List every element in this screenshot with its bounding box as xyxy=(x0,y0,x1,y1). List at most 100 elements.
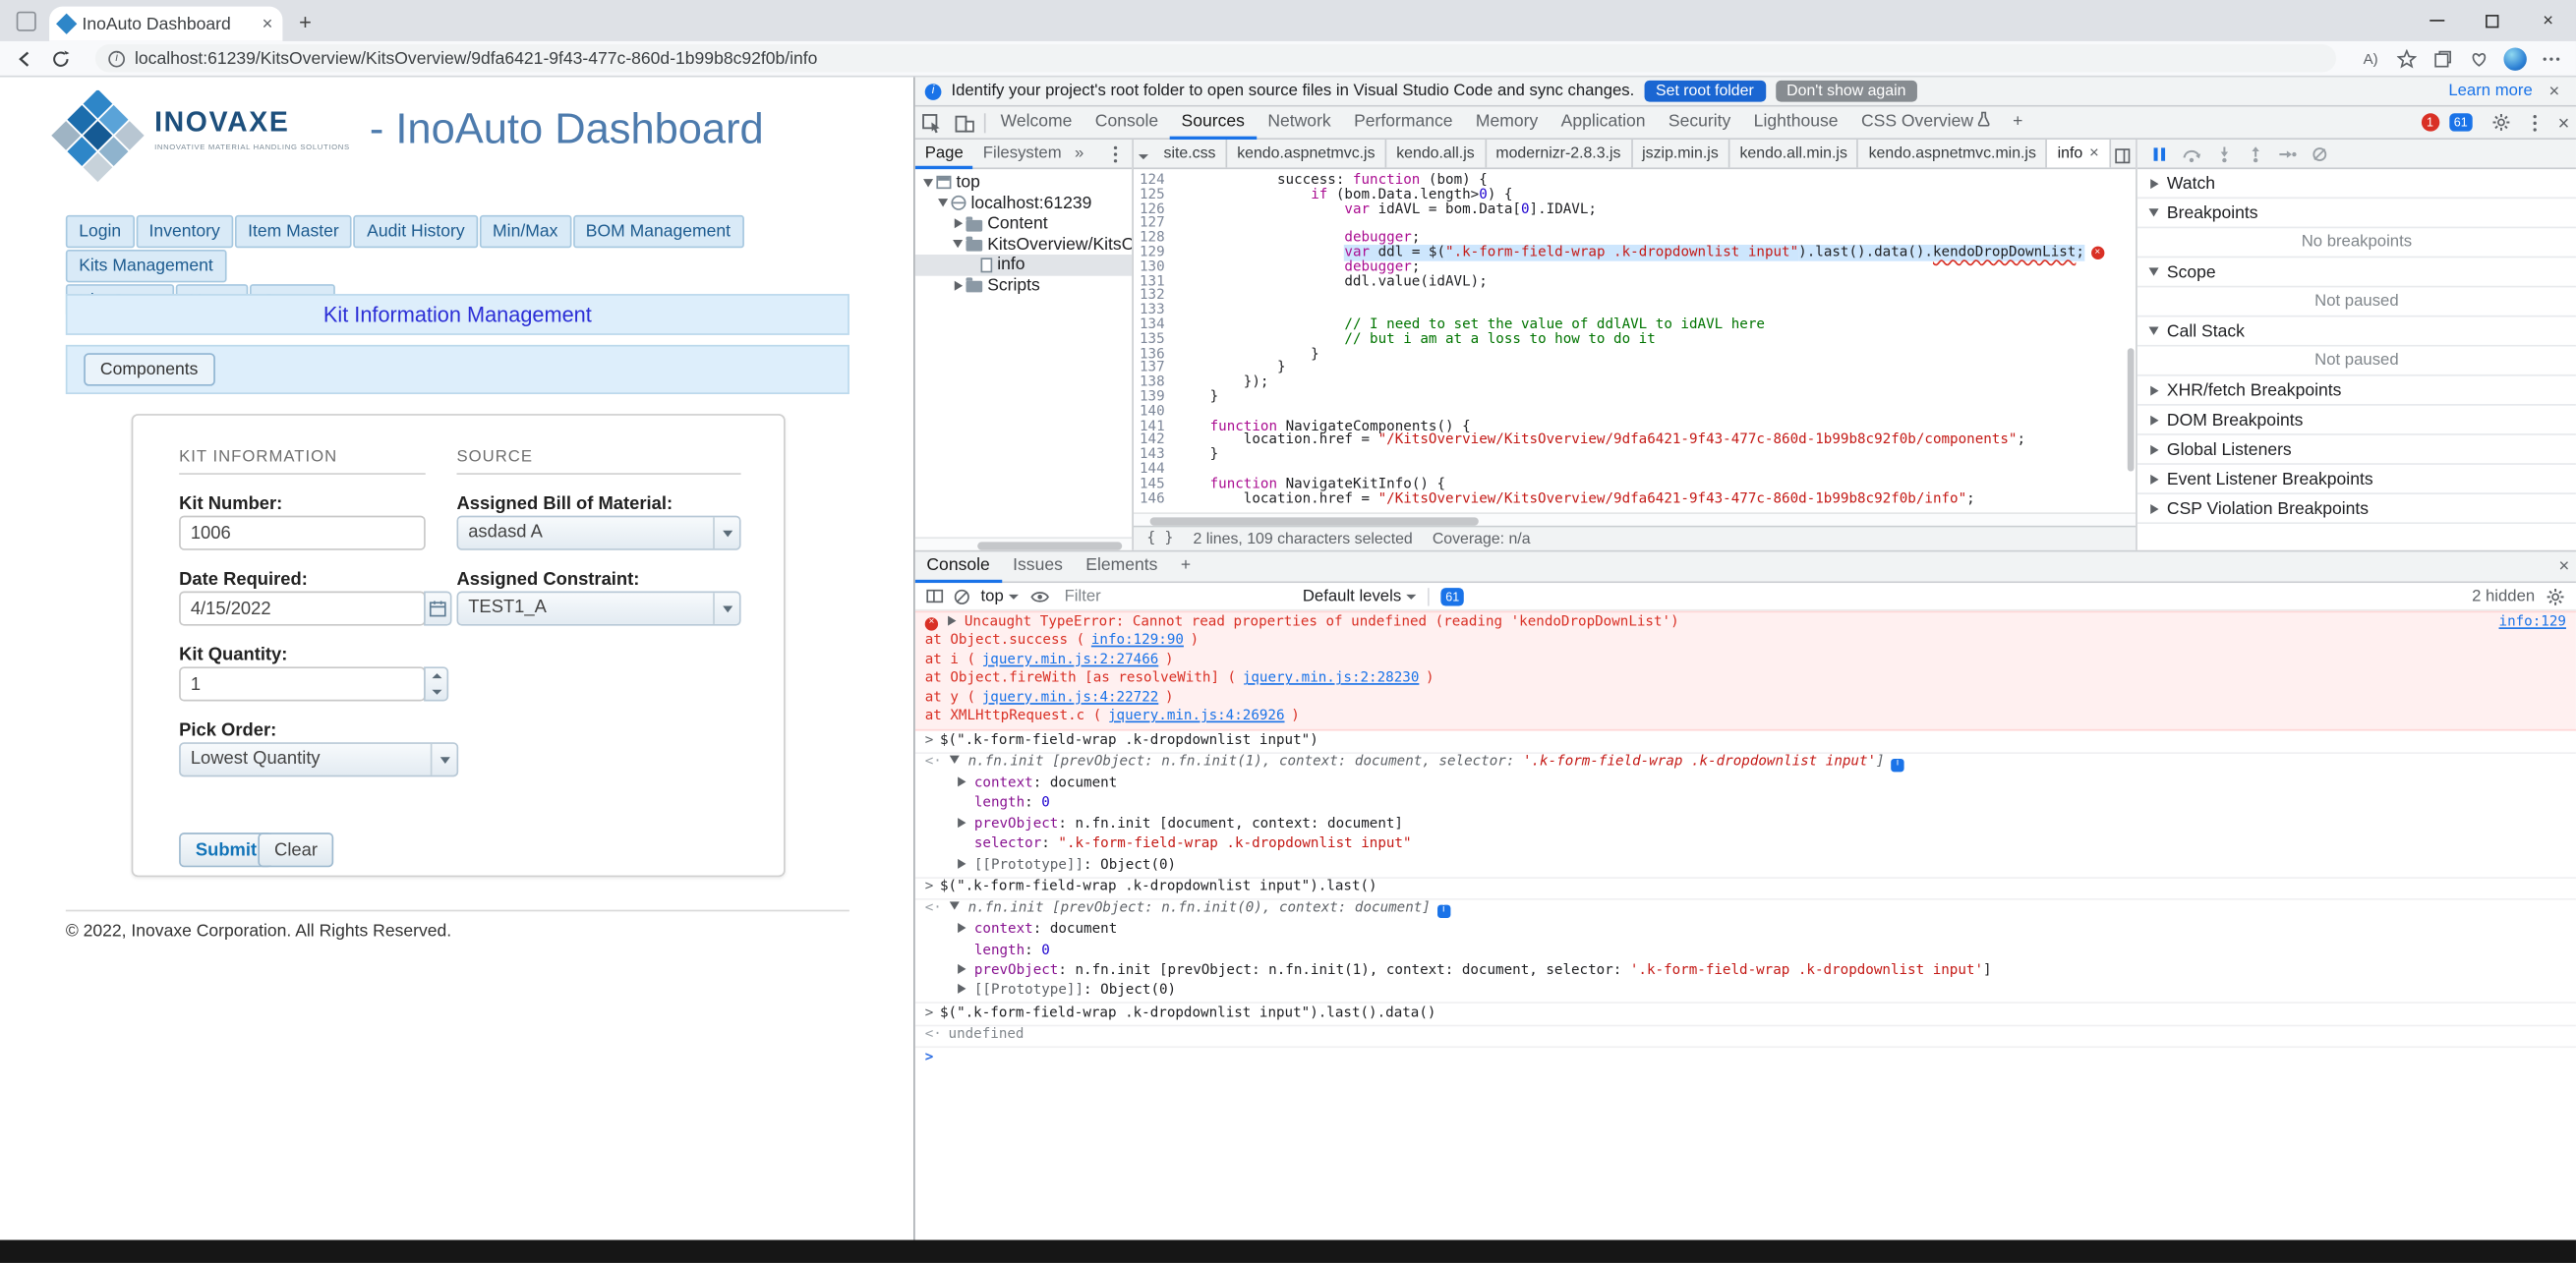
browser-menu-icon[interactable] xyxy=(2540,47,2562,70)
learn-more-link[interactable]: Learn more xyxy=(2448,83,2532,100)
stack-frame-link[interactable]: jquery.min.js:4:26926 xyxy=(1108,710,1285,725)
expander-icon[interactable] xyxy=(951,240,964,248)
back-icon[interactable] xyxy=(13,47,35,70)
expander-icon[interactable] xyxy=(955,776,967,786)
expander-icon[interactable] xyxy=(955,923,967,933)
debugger-section-xhr-fetch-breakpoints[interactable]: XHR/fetch Breakpoints xyxy=(2137,376,2576,406)
object-property[interactable]: [[Prototype]]: Object(0) xyxy=(974,858,1176,874)
editor-tab-site-css[interactable]: site.css xyxy=(1154,140,1228,167)
favorites-star-icon[interactable] xyxy=(2395,47,2418,70)
console-command[interactable]: >$(".k-form-field-wrap .k-dropdownlist i… xyxy=(915,878,2576,899)
expander-icon[interactable] xyxy=(936,200,949,207)
expander-icon[interactable] xyxy=(955,964,967,974)
console-command[interactable]: >$(".k-form-field-wrap .k-dropdownlist i… xyxy=(915,731,2576,753)
device-toolbar-icon[interactable] xyxy=(948,106,980,139)
devtools-close-icon[interactable]: × xyxy=(2551,111,2576,134)
expander-icon[interactable] xyxy=(951,280,964,290)
console-filter-input[interactable] xyxy=(1061,586,1291,607)
address-bar[interactable]: i localhost:61239/KitsOverview/KitsOverv… xyxy=(95,44,2336,72)
read-aloud-icon[interactable]: A) xyxy=(2359,47,2381,70)
devtools-tab-performance[interactable]: Performance xyxy=(1342,106,1464,139)
constraint-dropdown[interactable]: TEST1_A xyxy=(457,592,741,626)
nav-item-inventory[interactable]: Inventory xyxy=(136,215,233,248)
devtools-settings-gear-icon[interactable] xyxy=(2486,106,2518,139)
live-expression-eye-icon[interactable] xyxy=(1029,589,1049,603)
nav-item-bom-management[interactable]: BOM Management xyxy=(572,215,743,248)
components-button[interactable]: Components xyxy=(84,353,214,385)
more-navigator-tabs-icon[interactable]: » xyxy=(1072,144,1087,162)
navigator-hscrollbar[interactable] xyxy=(915,537,1133,549)
devtools-menu-kebab-icon[interactable] xyxy=(2518,106,2550,139)
object-property[interactable]: prevObject: n.fn.init [document, context… xyxy=(974,818,1403,833)
editor-tab-modernizr-2-8-3-js[interactable]: modernizr-2.8.3.js xyxy=(1486,140,1632,167)
devtools-tab-welcome[interactable]: Welcome xyxy=(989,106,1083,139)
debugger-section-global-listeners[interactable]: Global Listeners xyxy=(2137,435,2576,465)
more-tabs-button[interactable]: + xyxy=(2001,106,2034,139)
constraint-dropdown-arrow-icon[interactable] xyxy=(713,593,739,624)
object-property[interactable]: context: document xyxy=(974,776,1117,792)
bom-dropdown-arrow-icon[interactable] xyxy=(713,517,739,548)
minimize-button[interactable] xyxy=(2409,0,2465,41)
step-icon[interactable] xyxy=(2279,145,2297,162)
debugger-section-call-stack[interactable]: Call Stack xyxy=(2137,316,2576,346)
step-over-icon[interactable] xyxy=(2182,145,2201,162)
infobar-close-icon[interactable]: × xyxy=(2543,82,2566,101)
expander-icon[interactable] xyxy=(951,219,964,229)
expander-icon[interactable] xyxy=(2147,474,2160,484)
expander-icon[interactable] xyxy=(2147,327,2160,335)
tree-item-top[interactable]: top xyxy=(915,172,1133,193)
pretty-print-icon[interactable]: { } xyxy=(1146,531,1173,547)
tree-item-content[interactable]: Content xyxy=(915,213,1133,234)
object-preview[interactable]: n.fn.init [prevObject: n.fn.init(0), con… xyxy=(968,902,1450,918)
object-property[interactable]: length: 0 xyxy=(974,797,1050,813)
console-message-count-badge[interactable]: 61 xyxy=(1440,587,1464,604)
object-property[interactable]: prevObject: n.fn.init [prevObject: n.fn.… xyxy=(974,964,1992,980)
object-property[interactable]: length: 0 xyxy=(974,944,1050,959)
profile-avatar[interactable] xyxy=(2503,47,2526,70)
clear-console-icon[interactable] xyxy=(955,589,969,603)
step-out-icon[interactable] xyxy=(2248,145,2264,162)
editor-tab-kendo-aspnetmvc-js[interactable]: kendo.aspnetmvc.js xyxy=(1227,140,1386,167)
deactivate-breakpoints-icon[interactable] xyxy=(2312,145,2328,162)
expander-icon[interactable] xyxy=(2147,208,2160,216)
navigator-tab-filesystem[interactable]: Filesystem xyxy=(973,140,1072,168)
pick-order-dropdown-arrow-icon[interactable] xyxy=(431,744,457,775)
line-number[interactable]: 145 xyxy=(1134,478,1176,492)
expander-icon[interactable] xyxy=(2147,267,2160,275)
console-error-message[interactable]: ×Uncaught TypeError: Cannot read propert… xyxy=(915,611,2576,732)
code-editor[interactable]: 124 success: function (bom) {125 if (bom… xyxy=(1134,169,2136,512)
editor-tab-jszip-min-js[interactable]: jszip.min.js xyxy=(1632,140,1729,167)
line-number[interactable]: 135 xyxy=(1134,333,1176,348)
add-drawer-pane-button[interactable]: + xyxy=(1169,550,1202,583)
object-property[interactable]: context: document xyxy=(974,923,1117,939)
drawer-tab-console[interactable]: Console xyxy=(915,550,1002,583)
nav-item-audit-history[interactable]: Audit History xyxy=(354,215,478,248)
expander-icon[interactable] xyxy=(921,179,934,187)
maximize-button[interactable] xyxy=(2464,0,2520,41)
nav-item-login[interactable]: Login xyxy=(66,215,135,248)
editor-tab-kendo-aspnetmvc-min-js[interactable]: kendo.aspnetmvc.min.js xyxy=(1859,140,2048,167)
bom-dropdown[interactable]: asdasd A xyxy=(457,516,741,550)
nav-item-min-max[interactable]: Min/Max xyxy=(480,215,571,248)
stack-frame-link[interactable]: jquery.min.js:2:27466 xyxy=(982,654,1159,669)
date-required-input[interactable] xyxy=(179,592,426,626)
expander-icon[interactable] xyxy=(2147,444,2160,454)
editor-tab-kendo-all-min-js[interactable]: kendo.all.min.js xyxy=(1729,140,1858,167)
navigator-menu-kebab-icon[interactable] xyxy=(1099,140,1132,170)
expander-icon[interactable] xyxy=(945,616,958,626)
stack-frame-link[interactable]: jquery.min.js:2:28230 xyxy=(1243,672,1420,688)
coverage-status[interactable]: Coverage: n/a xyxy=(1433,530,1531,547)
new-tab-button[interactable]: + xyxy=(299,10,312,34)
stack-frame-link[interactable]: info:129:90 xyxy=(1091,635,1184,651)
editor-tab-overflow-icon[interactable] xyxy=(1134,140,1154,169)
debugger-section-event-listener-breakpoints[interactable]: Event Listener Breakpoints xyxy=(2137,465,2576,494)
dont-show-again-button[interactable]: Don't show again xyxy=(1775,81,1917,102)
pick-order-dropdown[interactable]: Lowest Quantity xyxy=(179,742,458,776)
tab-close-icon[interactable]: × xyxy=(263,14,273,33)
collections-icon[interactable] xyxy=(2431,47,2454,70)
error-count-badge[interactable]: 1 xyxy=(2421,113,2438,131)
console-prompt[interactable]: > xyxy=(915,1048,2576,1068)
line-number[interactable]: 125 xyxy=(1134,189,1176,203)
object-property[interactable]: [[Prototype]]: Object(0) xyxy=(974,985,1176,1001)
object-preview[interactable]: n.fn.init [prevObject: n.fn.init(1), con… xyxy=(968,756,1904,772)
